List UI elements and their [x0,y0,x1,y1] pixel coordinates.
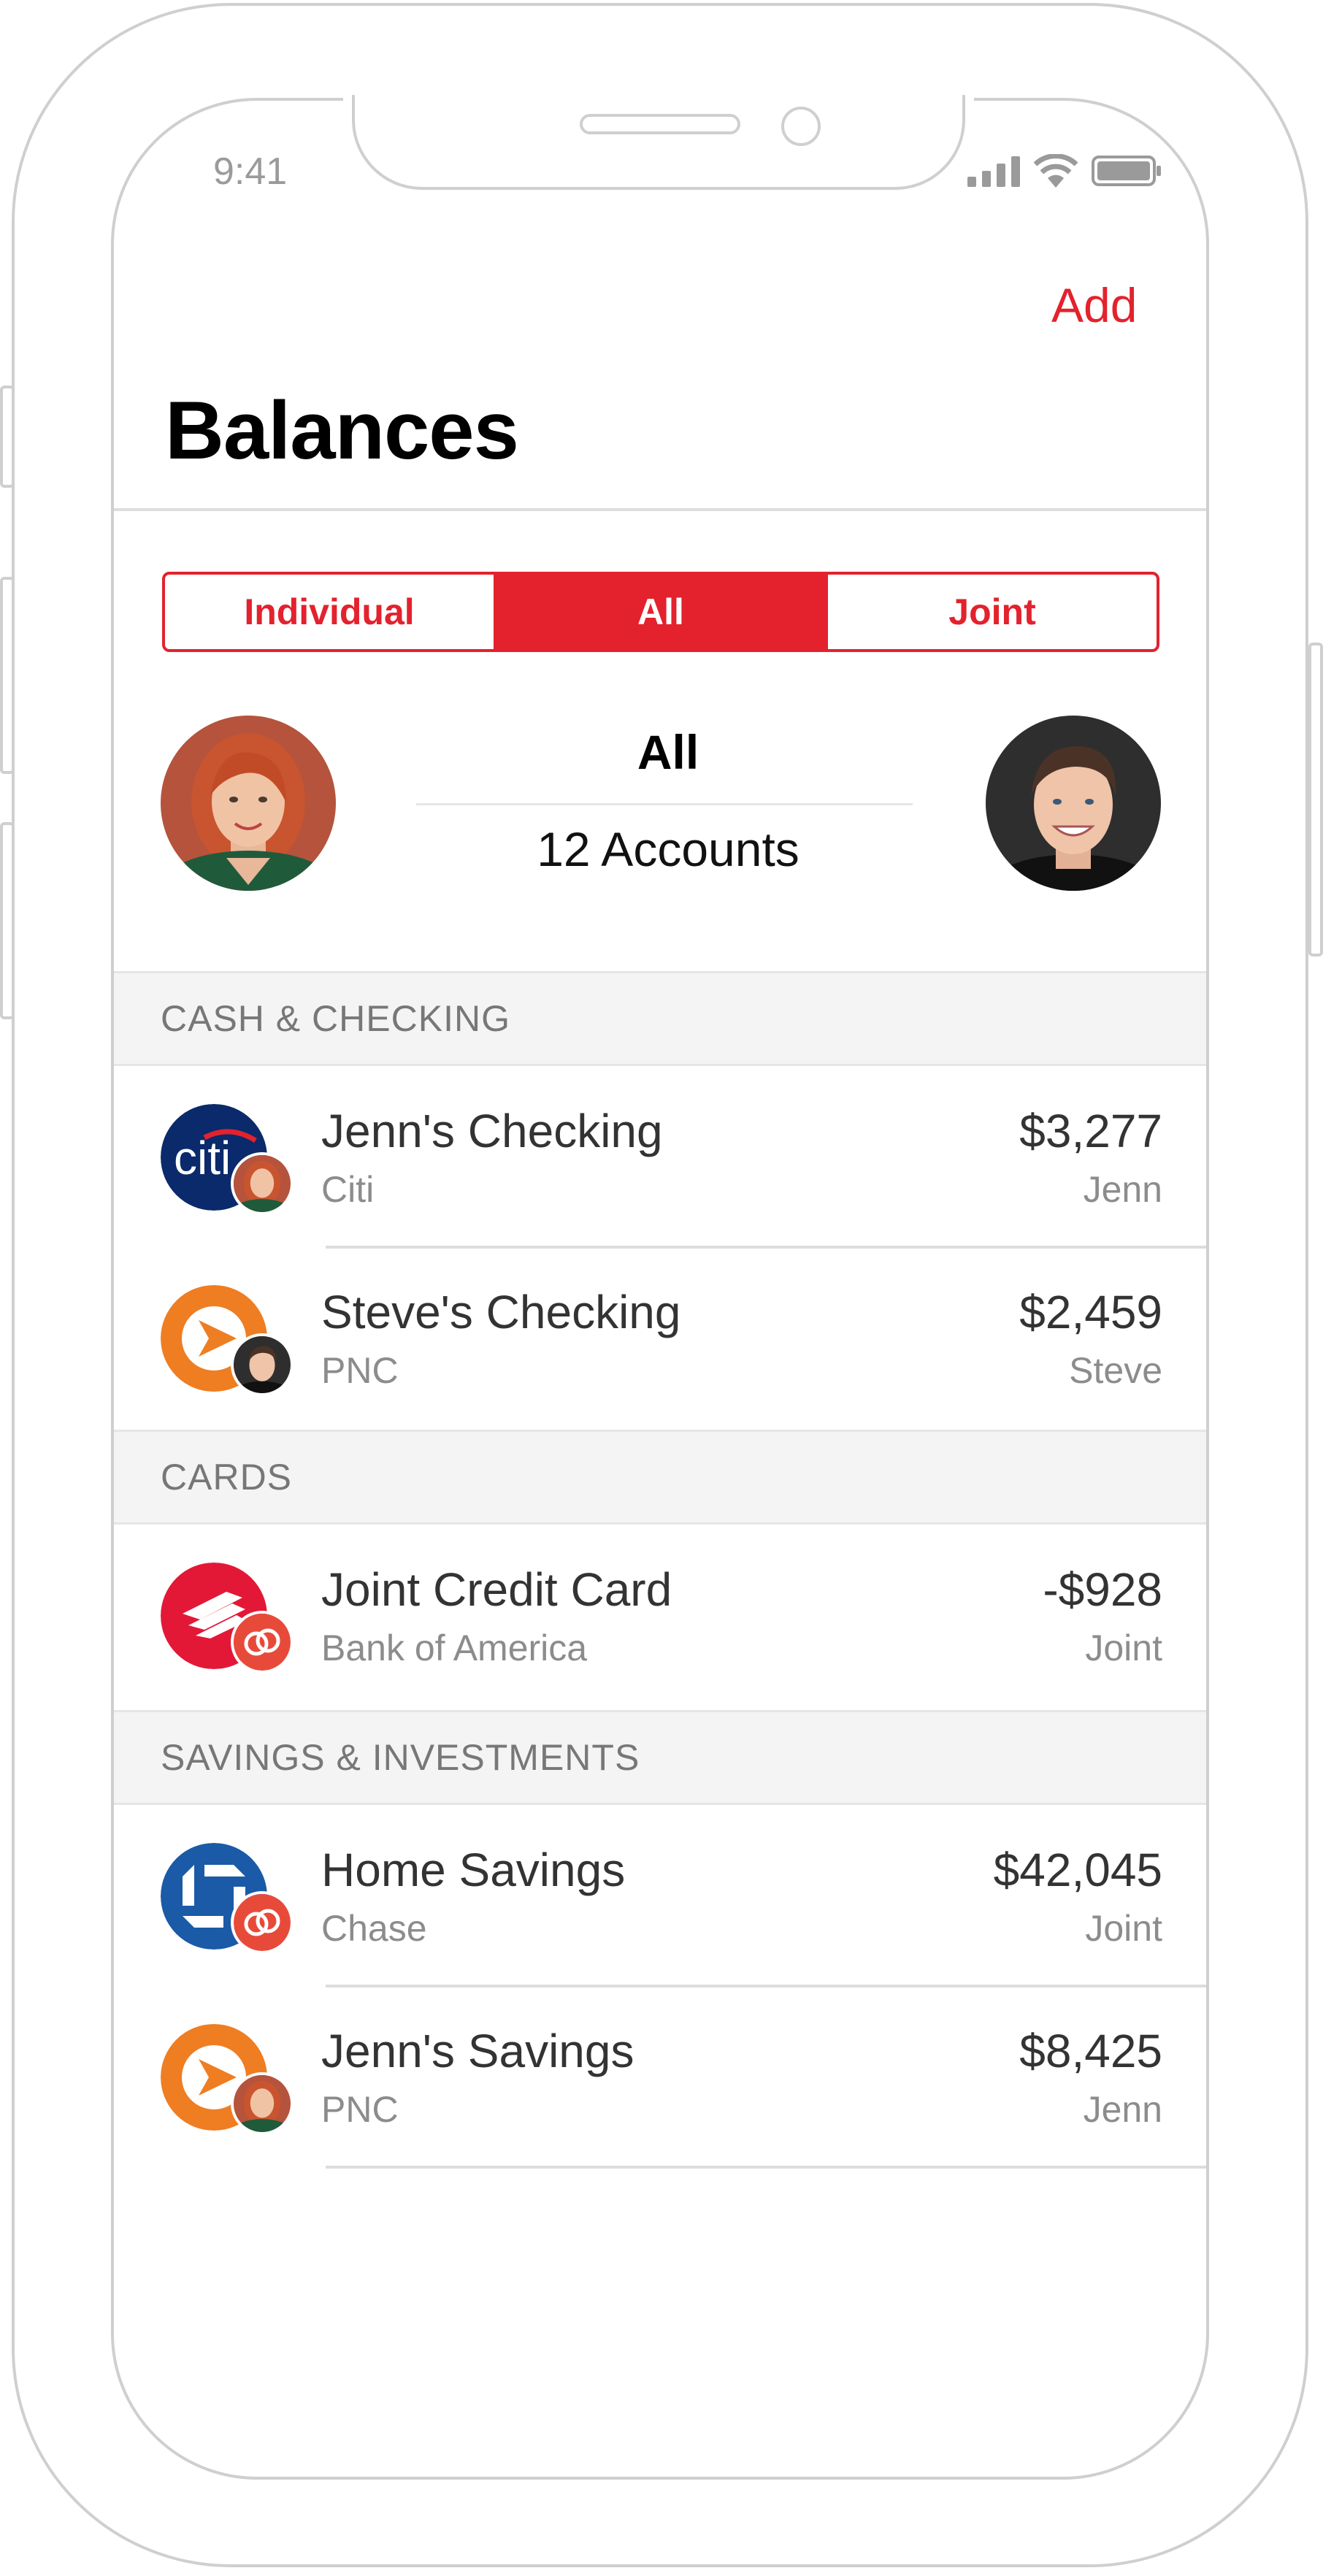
page-title: Balances [165,385,519,476]
account-owner: Jenn [1083,2089,1162,2130]
account-row-steves-checking[interactable]: Steve's Checking PNC $2,459 Steve [114,1247,1206,1428]
account-count: 12 Accounts [537,822,799,876]
account-row-home-savings[interactable]: Home Savings Chase $42,045 Joint [114,1805,1206,1986]
account-bank: Citi [321,1169,375,1210]
account-owner: Jenn [1083,1169,1162,1210]
jenn-avatar [231,2072,294,2135]
status-time: 9:41 [213,150,288,193]
header-divider [114,508,1206,511]
account-owner: Joint [1085,1628,1162,1668]
account-bank: PNC [321,1350,399,1391]
steve-avatar [231,1333,294,1396]
account-row-jenns-savings[interactable]: Jenn's Savings PNC $8,425 Jenn [114,1986,1206,2167]
signal-icon [967,156,1020,187]
phone-side-button [1308,643,1323,957]
svg-text:citi: citi [174,1132,231,1184]
joint-rings-icon [231,1891,294,1954]
section-header-cash-checking: CASH & CHECKING [114,971,1206,1066]
segment-all[interactable]: All [494,575,825,649]
battery-icon [1092,156,1161,186]
summary-title: All [637,725,699,779]
account-owner: Steve [1069,1350,1162,1391]
account-name: Jenn's Checking [321,1105,663,1157]
status-icons [967,153,1162,188]
summary-divider [416,803,913,805]
account-row-jenns-checking[interactable]: citi Jenn's Checking Citi $3,277 Jenn [114,1066,1206,1247]
speaker [580,114,740,134]
account-balance: -$928 [1043,1563,1162,1616]
account-name: Joint Credit Card [321,1563,672,1616]
account-name: Home Savings [321,1844,626,1896]
section-header-savings-investments: SAVINGS & INVESTMENTS [114,1710,1206,1805]
notch [352,95,965,190]
account-balance: $42,045 [993,1844,1162,1896]
camera [781,107,821,146]
account-bank: Bank of America [321,1628,588,1668]
account-row-joint-credit-card[interactable]: Joint Credit Card Bank of America -$928 … [114,1525,1206,1706]
account-balance: $3,277 [1019,1105,1162,1157]
jenn-avatar[interactable] [161,716,336,891]
row-divider [326,2166,1206,2169]
jenn-avatar [231,1152,294,1215]
account-balance: $2,459 [1019,1286,1162,1338]
phone-side-button [0,577,15,774]
wifi-icon [1033,154,1078,188]
phone-side-button [0,386,15,488]
section-header-cards: CARDS [114,1430,1206,1525]
account-bank: Chase [321,1908,427,1949]
account-balance: $8,425 [1019,2025,1162,2077]
account-filter-segmented-control: Individual All Joint [162,572,1159,652]
steve-avatar[interactable] [986,716,1161,891]
segment-joint[interactable]: Joint [825,575,1157,649]
account-name: Steve's Checking [321,1286,681,1338]
account-bank: PNC [321,2089,399,2130]
account-name: Jenn's Savings [321,2025,634,2077]
phone-side-button [0,822,15,1019]
add-button[interactable]: Add [1051,277,1137,333]
segment-individual[interactable]: Individual [165,575,494,649]
joint-rings-icon [231,1611,294,1674]
account-owner: Joint [1085,1908,1162,1949]
